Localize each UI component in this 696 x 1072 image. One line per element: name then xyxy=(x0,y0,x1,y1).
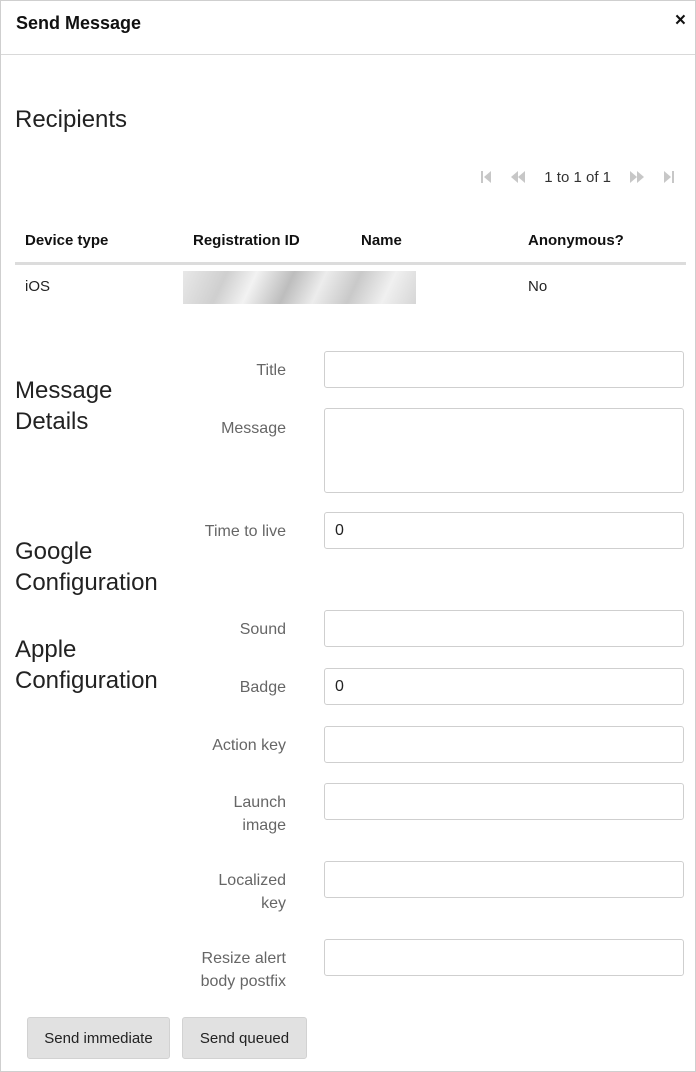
last-page-icon[interactable] xyxy=(660,167,678,187)
localized-key-input[interactable] xyxy=(324,861,684,898)
cell-device-type: iOS xyxy=(25,278,51,295)
dialog-title: Send Message xyxy=(16,13,142,33)
google-configuration-heading-line2: Configuration xyxy=(15,569,158,596)
send-queued-button[interactable]: Send queued xyxy=(182,1017,307,1059)
close-icon[interactable]: × xyxy=(675,11,686,31)
apple-configuration-heading-line2: Configuration xyxy=(15,667,158,694)
badge-label: Badge xyxy=(239,679,286,696)
redacted-registration-id xyxy=(183,271,416,304)
column-header-name[interactable]: Name xyxy=(361,232,402,249)
column-header-registration-id[interactable]: Registration ID xyxy=(193,232,300,249)
first-page-icon[interactable] xyxy=(477,167,495,187)
cell-anonymous: No xyxy=(528,278,548,295)
title-label: Title xyxy=(256,362,286,379)
time-to-live-input[interactable] xyxy=(324,512,684,549)
sound-input[interactable] xyxy=(324,610,684,647)
launch-image-label-line1: Launch xyxy=(233,794,287,811)
google-configuration-heading: Google Configuration xyxy=(15,536,158,598)
column-header-device-type[interactable]: Device type xyxy=(25,232,108,249)
column-header-anonymous[interactable]: Anonymous? xyxy=(528,232,624,249)
localized-key-label-line2: key xyxy=(261,895,286,912)
sound-label: Sound xyxy=(239,621,286,638)
localized-key-label: Localized key xyxy=(218,869,286,915)
message-details-heading-line2: Details xyxy=(15,408,89,435)
pager-status: 1 to 1 of 1 xyxy=(544,168,611,186)
resize-alert-body-postfix-label: Resize alert body postfix xyxy=(201,947,286,993)
badge-input[interactable] xyxy=(324,668,684,705)
launch-image-label-line2: image xyxy=(242,817,286,834)
send-message-dialog: Send Message × Recipients 1 to 1 of 1 De… xyxy=(0,0,696,1072)
recipients-table-header: Device type Registration ID Name Anonymo… xyxy=(15,226,686,265)
apple-configuration-heading-line1: Apple xyxy=(15,636,77,663)
launch-image-input[interactable] xyxy=(324,783,684,820)
resize-alert-label-line1: Resize alert xyxy=(201,950,286,967)
resize-alert-body-postfix-input[interactable] xyxy=(324,939,684,976)
dialog-header: Send Message × xyxy=(1,1,695,55)
message-details-heading: Message Details xyxy=(15,375,112,437)
next-page-icon[interactable] xyxy=(628,167,646,187)
message-label: Message xyxy=(221,420,286,437)
google-configuration-heading-line1: Google xyxy=(15,538,93,565)
table-row[interactable]: iOS No xyxy=(15,265,686,309)
apple-configuration-heading: Apple Configuration xyxy=(15,634,158,696)
message-details-heading-line1: Message xyxy=(15,377,113,404)
message-textarea[interactable] xyxy=(324,408,684,493)
time-to-live-label: Time to live xyxy=(204,523,286,540)
send-immediate-button[interactable]: Send immediate xyxy=(27,1017,170,1059)
title-input[interactable] xyxy=(324,351,684,388)
action-key-label: Action key xyxy=(212,737,286,754)
action-key-input[interactable] xyxy=(324,726,684,763)
previous-page-icon[interactable] xyxy=(509,167,527,187)
recipients-heading: Recipients xyxy=(15,106,128,133)
localized-key-label-line1: Localized xyxy=(218,872,286,889)
resize-alert-label-line2: body postfix xyxy=(200,973,286,990)
launch-image-label: Launch image xyxy=(234,791,287,837)
pager: 1 to 1 of 1 xyxy=(470,167,685,187)
